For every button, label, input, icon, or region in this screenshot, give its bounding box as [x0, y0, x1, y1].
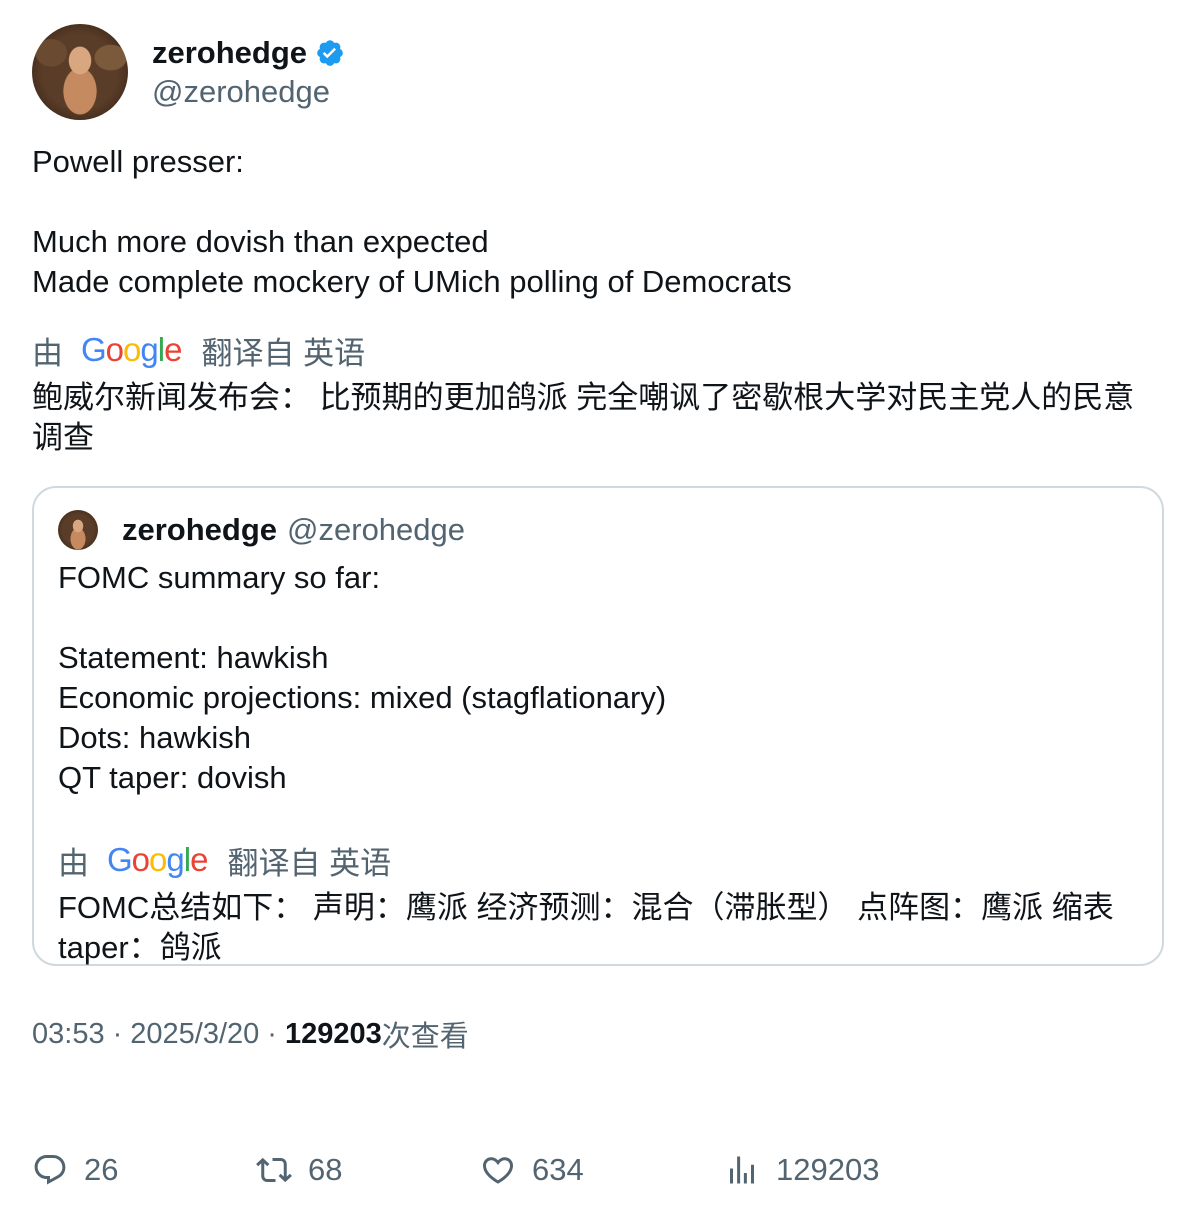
meta-separator: · — [112, 1017, 123, 1050]
reply-button[interactable]: 26 — [32, 1152, 118, 1188]
translation-attribution: 由 Google 翻译自 英语 — [32, 330, 1164, 371]
heart-icon — [482, 1157, 514, 1184]
tweet-time[interactable]: 03:53 — [32, 1018, 105, 1051]
views-button[interactable]: 129203 — [724, 1152, 879, 1188]
like-count: 634 — [532, 1152, 584, 1187]
action-bar: 26 68 634 129203 — [32, 1146, 932, 1194]
views-count: 129203 — [284, 1017, 382, 1050]
analytics-icon — [730, 1156, 754, 1184]
display-name[interactable]: zerohedge — [152, 35, 307, 71]
tweet-date[interactable]: 2025/3/20 — [130, 1018, 259, 1051]
verified-badge-icon[interactable] — [315, 38, 345, 68]
repost-button[interactable]: 68 — [256, 1152, 342, 1188]
views-stat-count: 129203 — [776, 1152, 880, 1187]
quoted-display-name: zerohedge — [122, 512, 278, 547]
quoted-tweet-header: zerohedge @zerohedge — [58, 508, 1138, 552]
reply-icon — [34, 1155, 66, 1185]
meta-separator: · — [267, 1017, 277, 1050]
like-button[interactable]: 634 — [480, 1152, 584, 1188]
quoted-translation-attribution: 由 Google 翻译自 英语 — [58, 840, 1138, 881]
views-label: 次查看 — [381, 1021, 469, 1053]
quoted-google-logo: Google — [107, 841, 208, 878]
quoted-translated-from-label: 翻译自 英语 — [227, 845, 392, 881]
quoted-translated-by-label: 由 — [58, 845, 89, 881]
tweet-meta: 03:53 · 2025/3/20 · 129203 次查看 — [32, 1014, 1164, 1054]
tweet-text: Powell presser: Much more dovish than ex… — [32, 144, 792, 299]
quoted-tweet-text: FOMC summary so far: Statement: hawkish … — [58, 560, 667, 795]
author-names: zerohedge @zerohedge — [152, 34, 345, 110]
translated-by-label: 由 — [32, 335, 63, 371]
handle[interactable]: @zerohedge — [152, 74, 345, 110]
tweet: zerohedge @zerohedge Powell presser: Muc… — [32, 24, 1164, 1054]
repost-icon — [256, 1157, 292, 1183]
google-logo: Google — [81, 331, 182, 368]
quoted-handle: @zerohedge — [287, 512, 466, 547]
quoted-translated-text: FOMC总结如下： 声明：鹰派 经济预测：混合（滞胀型） 点阵图：鹰派 缩表 t… — [58, 890, 1114, 965]
tweet-header: zerohedge @zerohedge — [32, 24, 1164, 120]
translated-from-label: 翻译自 英语 — [201, 335, 366, 371]
translated-text: 鲍威尔新闻发布会： 比预期的更加鸽派 完全嘲讽了密歇根大学对民主党人的民意调查 — [32, 380, 1135, 455]
repost-count: 68 — [308, 1152, 343, 1187]
avatar[interactable] — [32, 24, 128, 120]
quoted-tweet[interactable]: zerohedge @zerohedge FOMC summary so far… — [32, 486, 1164, 966]
reply-count: 26 — [84, 1152, 119, 1187]
quoted-avatar — [58, 510, 98, 550]
display-name-row: zerohedge — [152, 34, 345, 72]
